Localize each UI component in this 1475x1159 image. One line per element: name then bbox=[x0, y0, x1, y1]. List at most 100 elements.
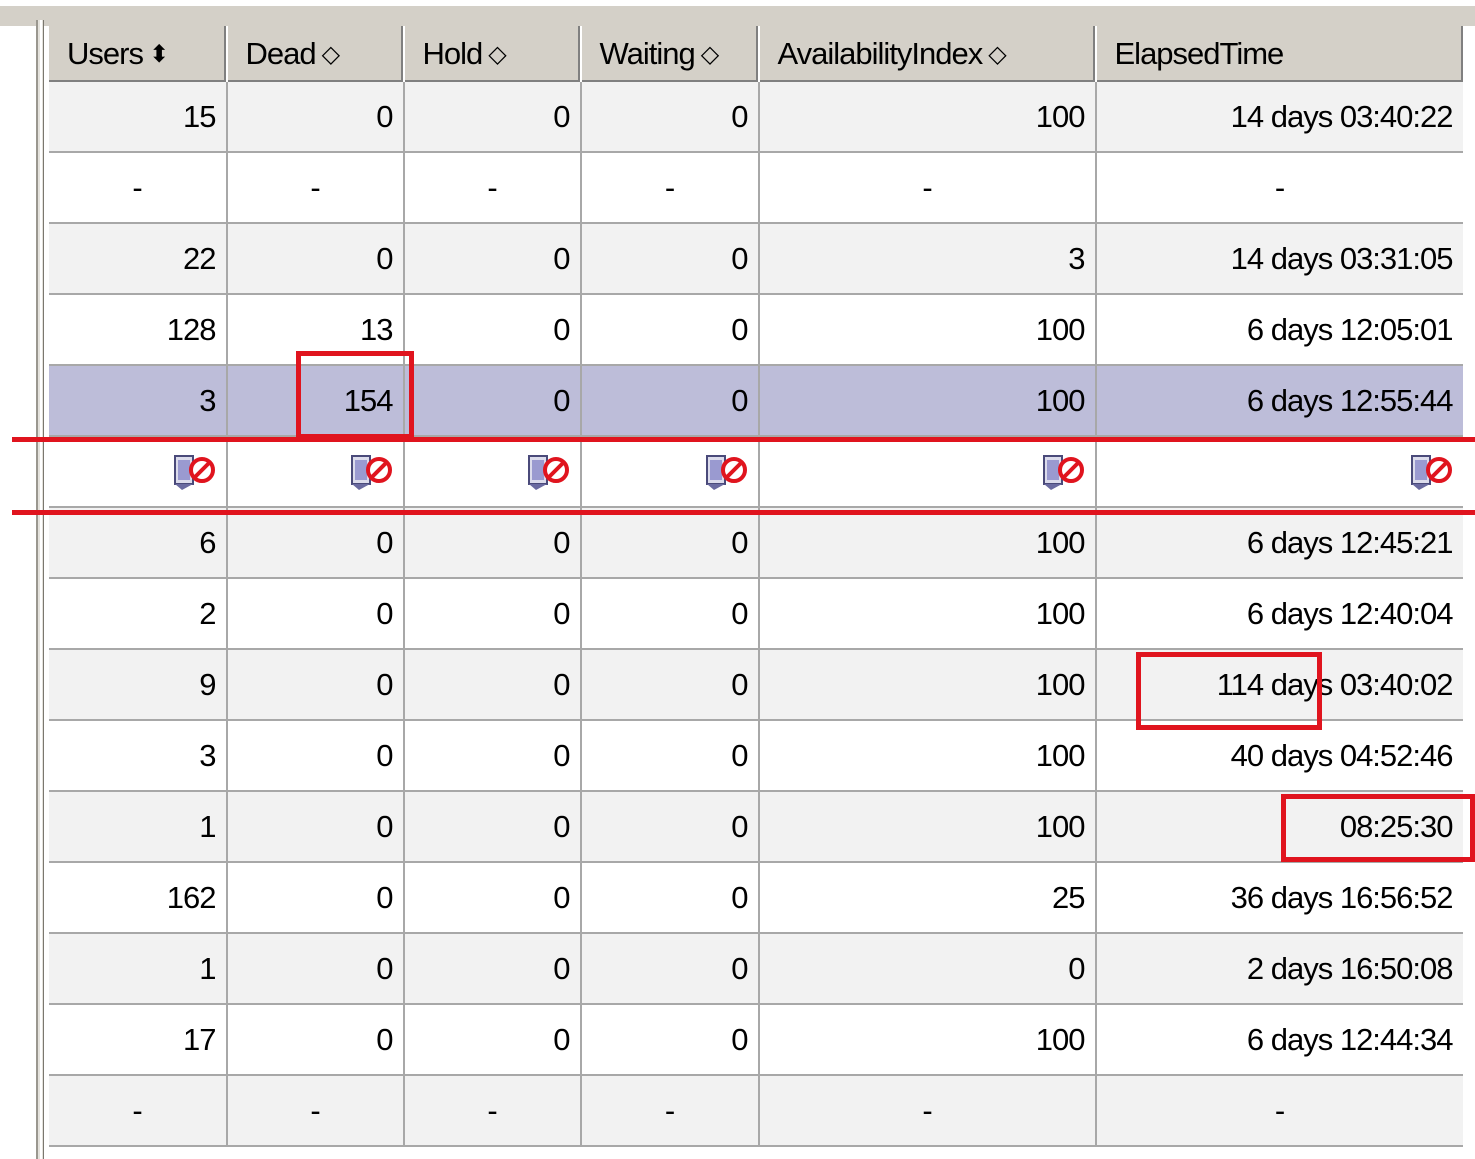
cell-users: 1 bbox=[48, 791, 228, 863]
cell-users: 2 bbox=[48, 578, 228, 650]
cell-hold: - bbox=[403, 1075, 582, 1147]
document-stop-icon bbox=[1041, 452, 1085, 492]
cell-elapsedtime: 40 days 04:52:46 bbox=[1095, 720, 1465, 792]
column-header-label: ElapsedTime bbox=[1114, 36, 1285, 71]
cell-users: 162 bbox=[48, 862, 228, 934]
sort-unsorted-icon[interactable]: ◇ bbox=[322, 41, 340, 68]
cell-hold: 0 bbox=[403, 649, 582, 721]
cell-dead: 0 bbox=[226, 1004, 405, 1076]
right-edge bbox=[1463, 26, 1475, 1159]
sort-unsorted-icon[interactable]: ◇ bbox=[988, 41, 1006, 68]
cell-hold: 0 bbox=[403, 507, 582, 579]
cell-dead bbox=[226, 436, 405, 508]
table-row[interactable]: ------ bbox=[48, 152, 1465, 224]
cell-users: 1 bbox=[48, 933, 228, 1005]
cell-waiting: 0 bbox=[580, 294, 760, 366]
cell-dead: 0 bbox=[226, 862, 405, 934]
cell-users: 3 bbox=[48, 365, 228, 437]
cell-dead: - bbox=[226, 152, 405, 224]
cell-hold: 0 bbox=[403, 933, 582, 1005]
cell-waiting: 0 bbox=[580, 791, 760, 863]
document-stop-icon bbox=[1409, 452, 1453, 492]
server-status-table: Users ⬍ Dead ◇ Hold ◇ Waiting ◇ Availability… bbox=[48, 26, 1465, 1147]
cell-users: 22 bbox=[48, 223, 228, 295]
cell-elapsedtime: 36 days 16:56:52 bbox=[1095, 862, 1465, 934]
cell-dead: 154 bbox=[226, 365, 405, 437]
column-splitter[interactable] bbox=[36, 20, 44, 1159]
cell-waiting: - bbox=[580, 1075, 760, 1147]
cell-availabilityindex: - bbox=[758, 1075, 1097, 1147]
table-row[interactable]: 162 0 0 0 25 36 days 16:56:52 bbox=[48, 862, 1465, 934]
cell-availabilityindex: 100 bbox=[758, 720, 1097, 792]
table-row[interactable]: 1 0 0 0 100 08:25:30 bbox=[48, 791, 1465, 863]
column-header-availabilityindex[interactable]: AvailabilityIndex ◇ bbox=[758, 26, 1097, 82]
cell-availabilityindex: 3 bbox=[758, 223, 1097, 295]
cell-dead: 0 bbox=[226, 649, 405, 721]
table-row[interactable]: 128 13 0 0 100 6 days 12:05:01 bbox=[48, 294, 1465, 366]
cell-elapsedtime: 6 days 12:40:04 bbox=[1095, 578, 1465, 650]
document-stop-icon bbox=[704, 452, 748, 492]
sort-unsorted-icon[interactable]: ◇ bbox=[488, 41, 506, 68]
cell-elapsedtime: 2 days 16:50:08 bbox=[1095, 933, 1465, 1005]
table-row[interactable]: 22 0 0 0 3 14 days 03:31:05 bbox=[48, 223, 1465, 295]
cell-hold: 0 bbox=[403, 294, 582, 366]
table-row-unavailable[interactable] bbox=[48, 436, 1465, 508]
document-stop-icon bbox=[526, 452, 570, 492]
cell-availabilityindex: 0 bbox=[758, 933, 1097, 1005]
cell-hold: 0 bbox=[403, 1004, 582, 1076]
cell-dead: 0 bbox=[226, 223, 405, 295]
sort-unsorted-icon[interactable]: ◇ bbox=[701, 41, 719, 68]
table-row[interactable]: 3 0 0 0 100 40 days 04:52:46 bbox=[48, 720, 1465, 792]
table-row[interactable]: 2 0 0 0 100 6 days 12:40:04 bbox=[48, 578, 1465, 650]
cell-availabilityindex: - bbox=[758, 152, 1097, 224]
cell-dead: 0 bbox=[226, 933, 405, 1005]
column-header-label: Dead bbox=[245, 36, 317, 71]
column-header-dead[interactable]: Dead ◇ bbox=[226, 26, 405, 82]
table-row[interactable]: 6 0 0 0 100 6 days 12:45:21 bbox=[48, 507, 1465, 579]
column-header-users[interactable]: Users ⬍ bbox=[48, 26, 228, 82]
cell-elapsedtime: 08:25:30 bbox=[1095, 791, 1465, 863]
cell-hold: 0 bbox=[403, 82, 582, 153]
column-header-elapsedtime[interactable]: ElapsedTime bbox=[1095, 26, 1465, 82]
cell-waiting: - bbox=[580, 152, 760, 224]
cell-users bbox=[48, 436, 228, 508]
column-header-label: AvailabilityIndex bbox=[777, 36, 984, 71]
cell-elapsedtime: 14 days 03:31:05 bbox=[1095, 223, 1465, 295]
cell-waiting: 0 bbox=[580, 507, 760, 579]
cell-waiting: 0 bbox=[580, 649, 760, 721]
top-toolbar-edge bbox=[0, 6, 1475, 26]
cell-users: 128 bbox=[48, 294, 228, 366]
cell-users: 3 bbox=[48, 720, 228, 792]
cell-waiting: 0 bbox=[580, 223, 760, 295]
cell-availabilityindex: 100 bbox=[758, 507, 1097, 579]
column-header-waiting[interactable]: Waiting ◇ bbox=[580, 26, 760, 82]
cell-hold: 0 bbox=[403, 223, 582, 295]
cell-waiting: 0 bbox=[580, 1004, 760, 1076]
cell-dead: - bbox=[226, 1075, 405, 1147]
table-row[interactable]: 17 0 0 0 100 6 days 12:44:34 bbox=[48, 1004, 1465, 1076]
cell-waiting: 0 bbox=[580, 82, 760, 153]
table-row-selected[interactable]: 3 154 0 0 100 6 days 12:55:44 bbox=[48, 365, 1465, 437]
cell-elapsedtime: 114 days 03:40:02 bbox=[1095, 649, 1465, 721]
cell-waiting: 0 bbox=[580, 862, 760, 934]
column-header-label: Hold bbox=[422, 36, 484, 71]
cell-users: - bbox=[48, 1075, 228, 1147]
cell-availabilityindex: 100 bbox=[758, 365, 1097, 437]
cell-hold: - bbox=[403, 152, 582, 224]
cell-dead: 13 bbox=[226, 294, 405, 366]
column-header-hold[interactable]: Hold ◇ bbox=[403, 26, 582, 82]
document-stop-icon bbox=[349, 452, 393, 492]
table-row[interactable]: 15 0 0 0 100 14 days 03:40:22 bbox=[48, 82, 1465, 153]
column-header-label: Waiting bbox=[599, 36, 696, 71]
table-row[interactable]: 9 0 0 0 100 114 days 03:40:02 bbox=[48, 649, 1465, 721]
table-row[interactable]: ------ bbox=[48, 1075, 1465, 1147]
sort-descending-icon[interactable]: ⬍ bbox=[149, 41, 169, 68]
cell-dead: 0 bbox=[226, 720, 405, 792]
column-header-label: Users bbox=[67, 36, 144, 71]
cell-hold: 0 bbox=[403, 862, 582, 934]
table-row[interactable]: 100002 days 16:50:08 bbox=[48, 933, 1465, 1005]
cell-availabilityindex: 100 bbox=[758, 1004, 1097, 1076]
cell-elapsedtime: - bbox=[1095, 152, 1465, 224]
cell-availabilityindex: 25 bbox=[758, 862, 1097, 934]
cell-dead: 0 bbox=[226, 578, 405, 650]
